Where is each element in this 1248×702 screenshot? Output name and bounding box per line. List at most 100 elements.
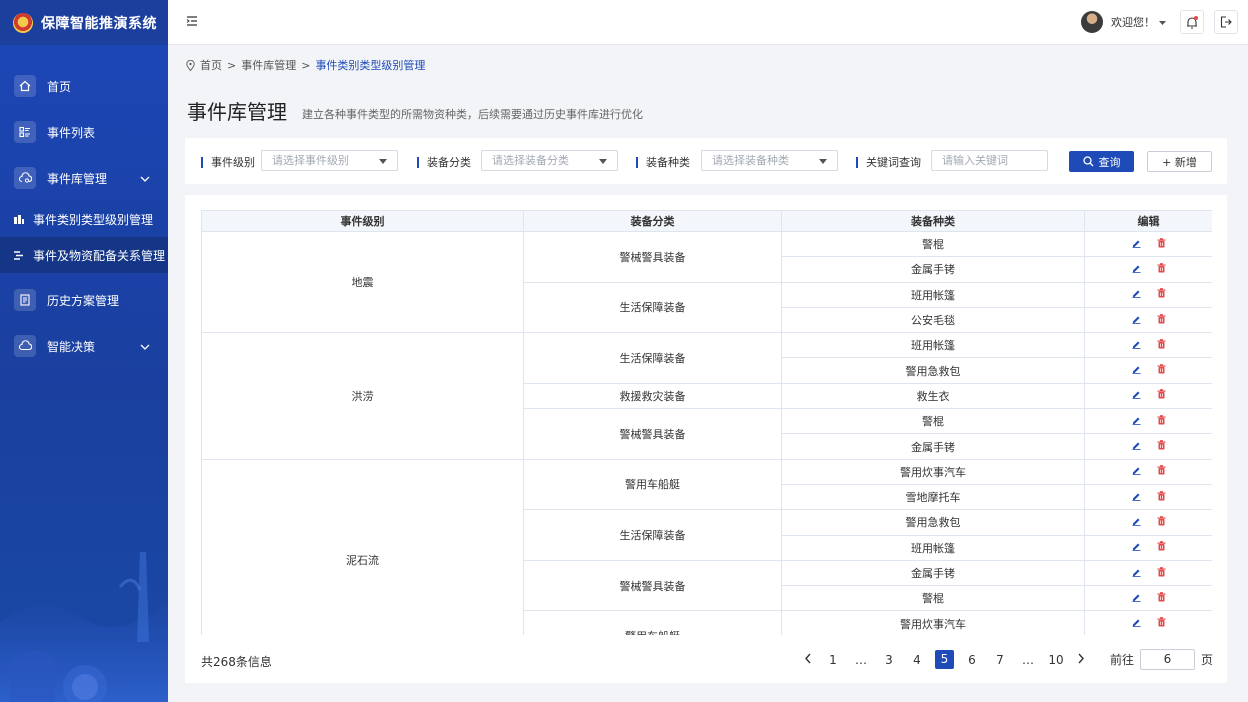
sidebar-item-label: 首页: [47, 79, 72, 94]
edit-icon[interactable]: [1132, 592, 1141, 605]
cell-equipment-kind: 警棍: [781, 408, 1085, 435]
page-button[interactable]: 7: [986, 653, 1014, 667]
sidebar-item-home[interactable]: 首页: [0, 63, 168, 109]
edit-icon[interactable]: [1132, 364, 1141, 377]
chevron-down-icon: [140, 339, 150, 353]
delete-icon[interactable]: [1157, 237, 1166, 251]
edit-icon[interactable]: [1132, 314, 1141, 327]
menu-collapse-icon[interactable]: [186, 15, 198, 30]
breadcrumb-home[interactable]: 首页: [200, 57, 222, 73]
delete-icon[interactable]: [1157, 339, 1166, 352]
cell-equipment-kind: 警用炊事汽车: [781, 610, 1085, 635]
sidebar-item-event-library[interactable]: 事件库管理: [0, 155, 168, 201]
delete-icon[interactable]: [1157, 414, 1166, 428]
cell-equipment-category: 救援救灾装备: [523, 382, 782, 410]
edit-icon[interactable]: [1132, 288, 1141, 301]
prev-page-button[interactable]: [797, 653, 819, 667]
delete-icon[interactable]: [1157, 465, 1166, 478]
submenu-item-label: 事件类别类型级别管理: [33, 212, 154, 227]
column-header-kind: 装备种类: [781, 210, 1085, 232]
delete-icon[interactable]: [1157, 516, 1166, 529]
cell-equipment-kind: 警用急救包: [781, 509, 1085, 536]
goto-page: 前往 6 页: [1110, 649, 1213, 670]
delete-icon[interactable]: [1157, 263, 1166, 276]
submenu-item-event-material[interactable]: 事件及物资配备关系管理: [0, 237, 168, 273]
edit-icon[interactable]: [1132, 541, 1141, 554]
edit-icon[interactable]: [1132, 440, 1141, 453]
delete-icon[interactable]: [1157, 288, 1166, 301]
delete-icon[interactable]: [1157, 541, 1166, 554]
delete-icon[interactable]: [1157, 490, 1166, 504]
cell-equipment-kind: 警用急救包: [781, 357, 1085, 384]
delete-icon[interactable]: [1157, 566, 1166, 580]
cell-event-level: 地震: [201, 230, 524, 334]
page-button[interactable]: 1: [819, 653, 847, 667]
sidebar-item-decision[interactable]: 智能决策: [0, 323, 168, 369]
cell-edit-actions: [1084, 382, 1212, 410]
next-page-button[interactable]: [1070, 653, 1092, 667]
bars-icon: [14, 214, 24, 224]
breadcrumb-parent[interactable]: 事件库管理: [241, 57, 296, 73]
cell-equipment-kind: 公安毛毯: [781, 306, 1085, 334]
edit-icon[interactable]: [1132, 617, 1141, 630]
welcome-text: 欢迎您！: [1111, 16, 1155, 29]
event-level-select[interactable]: 请选择事件级别: [261, 150, 398, 171]
caret-down-icon: [819, 159, 827, 164]
goto-label: 前往: [1109, 653, 1134, 667]
delete-icon[interactable]: [1157, 440, 1166, 453]
edit-icon[interactable]: [1132, 339, 1141, 352]
delete-icon[interactable]: [1157, 591, 1166, 605]
cell-edit-actions: [1084, 357, 1212, 384]
page-button[interactable]: 6: [958, 653, 986, 667]
delete-icon[interactable]: [1157, 389, 1166, 402]
edit-icon[interactable]: [1132, 567, 1141, 580]
topbar: 欢迎您！: [168, 0, 1248, 45]
page-button[interactable]: 10: [1042, 653, 1070, 667]
equipment-category-select[interactable]: 请选择装备分类: [481, 150, 618, 171]
edit-icon[interactable]: [1132, 465, 1141, 478]
page-button[interactable]: 3: [875, 653, 903, 667]
submenu-item-event-category[interactable]: 事件类别类型级别管理: [0, 201, 168, 237]
edit-icon[interactable]: [1132, 238, 1141, 251]
edit-icon[interactable]: [1132, 491, 1141, 504]
keyword-input[interactable]: 请输入关键词: [931, 150, 1048, 171]
goto-page-input[interactable]: 6: [1139, 649, 1195, 670]
query-button[interactable]: 查询: [1069, 151, 1134, 172]
delete-icon[interactable]: [1157, 313, 1166, 327]
sidebar: 保障智能推演系统 首页 事件列表 事件库管理 事件类别类型级别管理 事件及物资配…: [0, 0, 168, 702]
brand: 保障智能推演系统: [0, 0, 168, 45]
delete-icon[interactable]: [1157, 364, 1166, 377]
notification-button[interactable]: [1180, 10, 1204, 34]
page-ellipsis[interactable]: …: [1014, 653, 1042, 667]
table-scroll-area[interactable]: 事件级别 装备分类 装备种类 编辑 地震 警械警具装备 警棍 金属手铐 生活保障装备 班用…: [201, 210, 1212, 635]
filter-label-level: 事件级别: [201, 154, 255, 170]
edit-icon[interactable]: [1132, 415, 1141, 428]
page-subtitle: 建立各种事件类型的所需物资种类，后续需要通过历史事件库进行优化: [302, 108, 643, 121]
chevron-down-icon: [140, 171, 150, 185]
breadcrumb-separator: >: [301, 58, 311, 72]
delete-icon[interactable]: [1157, 617, 1166, 630]
page-button[interactable]: 5: [934, 650, 954, 669]
page-ellipsis[interactable]: …: [847, 653, 875, 667]
breadcrumb: 首页 > 事件库管理 > 事件类别类型级别管理: [186, 57, 425, 73]
equipment-kind-select[interactable]: 请选择装备种类: [701, 150, 838, 171]
sidebar-item-history[interactable]: 历史方案管理: [0, 277, 168, 323]
edit-icon[interactable]: [1132, 389, 1141, 402]
sidebar-item-event-list[interactable]: 事件列表: [0, 109, 168, 155]
logout-button[interactable]: [1214, 10, 1238, 34]
column-header-edit: 编辑: [1084, 210, 1212, 232]
relation-icon: [14, 250, 24, 260]
user-menu[interactable]: 欢迎您！: [1081, 11, 1166, 33]
avatar: [1081, 11, 1103, 33]
page-button[interactable]: 4: [903, 653, 931, 667]
add-button[interactable]: + 新增: [1147, 151, 1212, 172]
filter-bar: 事件级别 请选择事件级别 装备分类 请选择装备分类 装备种类 请选择装备种类 关…: [185, 138, 1227, 184]
edit-icon[interactable]: [1132, 516, 1141, 529]
cell-equipment-kind: 警用炊事汽车: [781, 458, 1085, 485]
edit-icon[interactable]: [1132, 263, 1141, 276]
police-badge-logo: [13, 12, 33, 33]
sidebar-item-label: 历史方案管理: [47, 293, 120, 308]
cell-equipment-kind: 金属手铐: [781, 256, 1085, 283]
cloud-icon: [14, 335, 36, 357]
column-header-category: 装备分类: [523, 210, 782, 232]
